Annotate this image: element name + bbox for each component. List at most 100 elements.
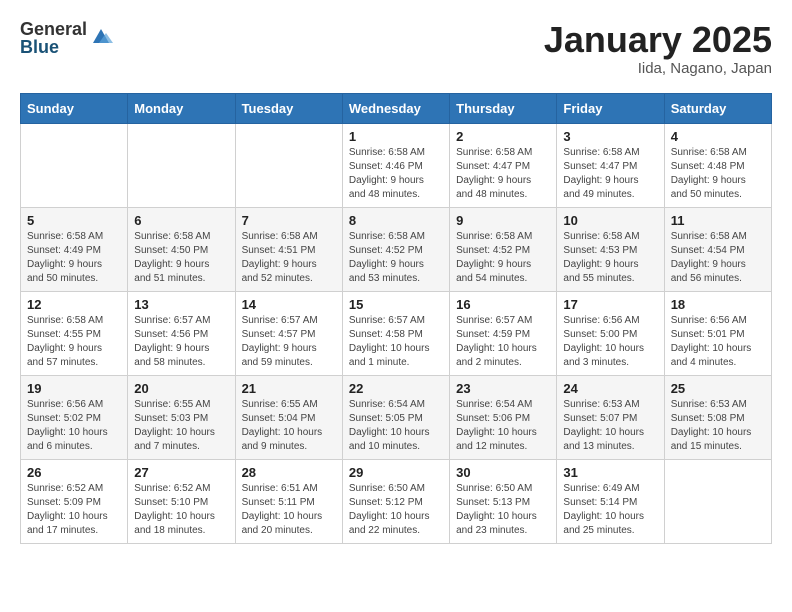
day-number: 31 [563, 465, 657, 480]
day-number: 1 [349, 129, 443, 144]
title-block: January 2025 Iida, Nagano, Japan [544, 20, 772, 77]
day-info: Sunrise: 6:58 AM Sunset: 4:55 PM Dayligh… [27, 314, 121, 370]
calendar-cell: 13 Sunrise: 6:57 AM Sunset: 4:56 PM Dayli… [128, 291, 235, 375]
calendar-week-row: 26 Sunrise: 6:52 AM Sunset: 5:09 PM Dayli… [21, 459, 772, 543]
logo-icon [89, 25, 113, 49]
day-info: Sunrise: 6:58 AM Sunset: 4:54 PM Dayligh… [671, 230, 765, 286]
calendar-cell: 11 Sunrise: 6:58 AM Sunset: 4:54 PM Dayli… [664, 207, 771, 291]
day-number: 16 [456, 297, 550, 312]
day-info: Sunrise: 6:50 AM Sunset: 5:12 PM Dayligh… [349, 482, 443, 538]
weekday-header-row: SundayMondayTuesdayWednesdayThursdayFrid… [21, 93, 772, 123]
weekday-header-tuesday: Tuesday [235, 93, 342, 123]
day-info: Sunrise: 6:57 AM Sunset: 4:57 PM Dayligh… [242, 314, 336, 370]
day-number: 21 [242, 381, 336, 396]
day-number: 11 [671, 213, 765, 228]
calendar-week-row: 5Sunrise: 6:58 AM Sunset: 4:49 PM Daylig… [21, 207, 772, 291]
calendar-cell: 2 Sunrise: 6:58 AM Sunset: 4:47 PM Daylig… [450, 123, 557, 207]
day-info: Sunrise: 6:58 AM Sunset: 4:48 PM Dayligh… [671, 146, 765, 202]
calendar-cell [21, 123, 128, 207]
calendar-cell: 10 Sunrise: 6:58 AM Sunset: 4:53 PM Dayli… [557, 207, 664, 291]
page-header: General Blue January 2025 Iida, Nagano, … [20, 20, 772, 77]
day-info: Sunrise: 6:55 AM Sunset: 5:04 PM Dayligh… [242, 398, 336, 454]
day-info: Sunrise: 6:53 AM Sunset: 5:08 PM Dayligh… [671, 398, 765, 454]
weekday-header-sunday: Sunday [21, 93, 128, 123]
calendar-cell: 31Sunrise: 6:49 AM Sunset: 5:14 PM Dayli… [557, 459, 664, 543]
day-number: 17 [563, 297, 657, 312]
day-number: 3 [563, 129, 657, 144]
day-info: Sunrise: 6:50 AM Sunset: 5:13 PM Dayligh… [456, 482, 550, 538]
day-info: Sunrise: 6:58 AM Sunset: 4:46 PM Dayligh… [349, 146, 443, 202]
calendar-cell: 18 Sunrise: 6:56 AM Sunset: 5:01 PM Dayli… [664, 291, 771, 375]
day-number: 20 [134, 381, 228, 396]
day-number: 8 [349, 213, 443, 228]
day-info: Sunrise: 6:52 AM Sunset: 5:09 PM Dayligh… [27, 482, 121, 538]
day-number: 10 [563, 213, 657, 228]
day-info: Sunrise: 6:55 AM Sunset: 5:03 PM Dayligh… [134, 398, 228, 454]
day-info: Sunrise: 6:56 AM Sunset: 5:02 PM Dayligh… [27, 398, 121, 454]
day-number: 12 [27, 297, 121, 312]
day-number: 25 [671, 381, 765, 396]
weekday-header-thursday: Thursday [450, 93, 557, 123]
calendar-title: January 2025 [544, 20, 772, 60]
weekday-header-friday: Friday [557, 93, 664, 123]
day-info: Sunrise: 6:58 AM Sunset: 4:47 PM Dayligh… [456, 146, 550, 202]
calendar-cell [664, 459, 771, 543]
day-number: 26 [27, 465, 121, 480]
calendar-cell: 28Sunrise: 6:51 AM Sunset: 5:11 PM Dayli… [235, 459, 342, 543]
calendar-cell: 24Sunrise: 6:53 AM Sunset: 5:07 PM Dayli… [557, 375, 664, 459]
weekday-header-monday: Monday [128, 93, 235, 123]
calendar-week-row: 1 Sunrise: 6:58 AM Sunset: 4:46 PM Daylig… [21, 123, 772, 207]
day-number: 30 [456, 465, 550, 480]
day-number: 2 [456, 129, 550, 144]
day-number: 15 [349, 297, 443, 312]
calendar-cell: 8 Sunrise: 6:58 AM Sunset: 4:52 PM Daylig… [342, 207, 449, 291]
calendar-cell: 27 Sunrise: 6:52 AM Sunset: 5:10 PM Dayli… [128, 459, 235, 543]
calendar-cell: 6 Sunrise: 6:58 AM Sunset: 4:50 PM Daylig… [128, 207, 235, 291]
calendar-cell [235, 123, 342, 207]
day-number: 14 [242, 297, 336, 312]
day-info: Sunrise: 6:56 AM Sunset: 5:00 PM Dayligh… [563, 314, 657, 370]
day-info: Sunrise: 6:58 AM Sunset: 4:53 PM Dayligh… [563, 230, 657, 286]
day-number: 27 [134, 465, 228, 480]
calendar-cell: 26 Sunrise: 6:52 AM Sunset: 5:09 PM Dayli… [21, 459, 128, 543]
day-number: 13 [134, 297, 228, 312]
day-info: Sunrise: 6:57 AM Sunset: 4:56 PM Dayligh… [134, 314, 228, 370]
calendar-cell: 29 Sunrise: 6:50 AM Sunset: 5:12 PM Dayli… [342, 459, 449, 543]
calendar-cell: 25 Sunrise: 6:53 AM Sunset: 5:08 PM Dayli… [664, 375, 771, 459]
calendar-cell: 17 Sunrise: 6:56 AM Sunset: 5:00 PM Dayli… [557, 291, 664, 375]
logo-blue-text: Blue [20, 38, 87, 56]
calendar-cell: 12 Sunrise: 6:58 AM Sunset: 4:55 PM Dayli… [21, 291, 128, 375]
day-info: Sunrise: 6:57 AM Sunset: 4:58 PM Dayligh… [349, 314, 443, 370]
day-info: Sunrise: 6:51 AM Sunset: 5:11 PM Dayligh… [242, 482, 336, 538]
day-info: Sunrise: 6:53 AM Sunset: 5:07 PM Dayligh… [563, 398, 657, 454]
day-info: Sunrise: 6:58 AM Sunset: 4:47 PM Dayligh… [563, 146, 657, 202]
calendar-cell: 9Sunrise: 6:58 AM Sunset: 4:52 PM Daylig… [450, 207, 557, 291]
day-info: Sunrise: 6:54 AM Sunset: 5:06 PM Dayligh… [456, 398, 550, 454]
calendar-cell: 3 Sunrise: 6:58 AM Sunset: 4:47 PM Daylig… [557, 123, 664, 207]
day-info: Sunrise: 6:58 AM Sunset: 4:50 PM Dayligh… [134, 230, 228, 286]
day-number: 4 [671, 129, 765, 144]
weekday-header-saturday: Saturday [664, 93, 771, 123]
calendar-cell: 20 Sunrise: 6:55 AM Sunset: 5:03 PM Dayli… [128, 375, 235, 459]
day-number: 19 [27, 381, 121, 396]
calendar-cell: 1 Sunrise: 6:58 AM Sunset: 4:46 PM Daylig… [342, 123, 449, 207]
day-info: Sunrise: 6:57 AM Sunset: 4:59 PM Dayligh… [456, 314, 550, 370]
day-info: Sunrise: 6:58 AM Sunset: 4:51 PM Dayligh… [242, 230, 336, 286]
day-number: 18 [671, 297, 765, 312]
calendar-subtitle: Iida, Nagano, Japan [544, 60, 772, 77]
day-info: Sunrise: 6:52 AM Sunset: 5:10 PM Dayligh… [134, 482, 228, 538]
day-number: 6 [134, 213, 228, 228]
calendar-cell: 16 Sunrise: 6:57 AM Sunset: 4:59 PM Dayli… [450, 291, 557, 375]
calendar-cell: 5Sunrise: 6:58 AM Sunset: 4:49 PM Daylig… [21, 207, 128, 291]
day-info: Sunrise: 6:58 AM Sunset: 4:52 PM Dayligh… [456, 230, 550, 286]
day-info: Sunrise: 6:54 AM Sunset: 5:05 PM Dayligh… [349, 398, 443, 454]
day-info: Sunrise: 6:58 AM Sunset: 4:49 PM Dayligh… [27, 230, 121, 286]
day-number: 29 [349, 465, 443, 480]
calendar-cell: 14 Sunrise: 6:57 AM Sunset: 4:57 PM Dayli… [235, 291, 342, 375]
day-info: Sunrise: 6:56 AM Sunset: 5:01 PM Dayligh… [671, 314, 765, 370]
calendar-cell: 23Sunrise: 6:54 AM Sunset: 5:06 PM Dayli… [450, 375, 557, 459]
calendar-cell: 19 Sunrise: 6:56 AM Sunset: 5:02 PM Dayli… [21, 375, 128, 459]
day-number: 22 [349, 381, 443, 396]
calendar-cell: 22 Sunrise: 6:54 AM Sunset: 5:05 PM Dayli… [342, 375, 449, 459]
day-info: Sunrise: 6:58 AM Sunset: 4:52 PM Dayligh… [349, 230, 443, 286]
